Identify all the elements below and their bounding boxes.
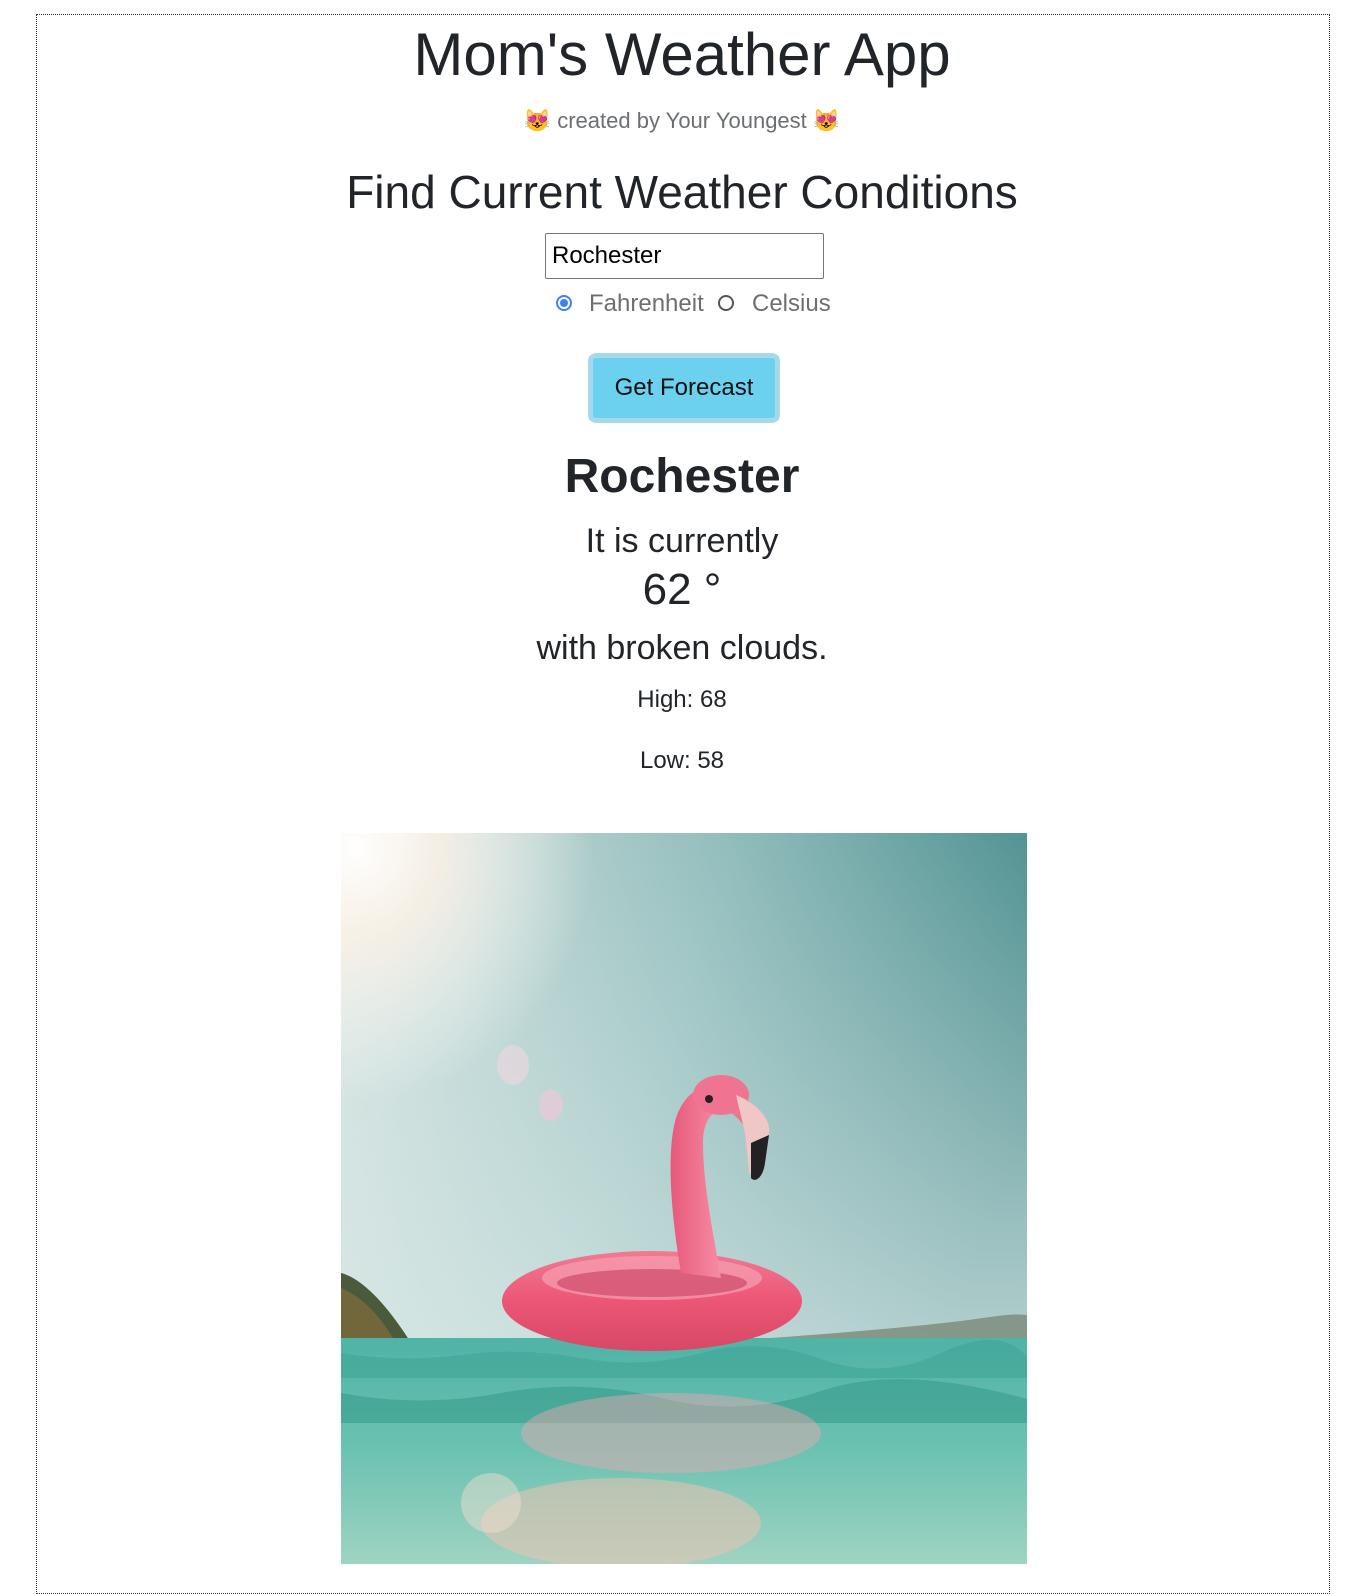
high-temperature: High: 68 [637, 686, 727, 713]
currently-label: It is currently [585, 522, 779, 560]
subtitle: 😻 created by Your Youngest 😻 [0, 106, 1364, 136]
get-forecast-button[interactable]: Get Forecast [588, 353, 780, 423]
subtitle-text: created by Your Youngest [557, 108, 807, 133]
current-temperature: 62 ° [642, 565, 722, 614]
app-title: Mom's Weather App [413, 21, 951, 88]
fahrenheit-radio[interactable] [556, 295, 572, 311]
heart-eyes-cat-icon: 😻 [812, 108, 841, 133]
celsius-label[interactable]: Celsius [752, 288, 831, 320]
unit-selector: Fahrenheit Celsius [0, 288, 1364, 322]
result-city: Rochester [564, 450, 800, 503]
search-heading: Find Current Weather Conditions [346, 166, 1018, 218]
fahrenheit-label[interactable]: Fahrenheit [589, 288, 704, 320]
city-input[interactable] [545, 233, 824, 279]
flamingo-float-photo [341, 833, 1027, 1564]
low-temperature: Low: 58 [639, 747, 725, 774]
weather-conditions: with broken clouds. [536, 629, 828, 667]
heart-eyes-cat-icon: 😻 [523, 108, 552, 133]
celsius-radio[interactable] [718, 295, 734, 311]
